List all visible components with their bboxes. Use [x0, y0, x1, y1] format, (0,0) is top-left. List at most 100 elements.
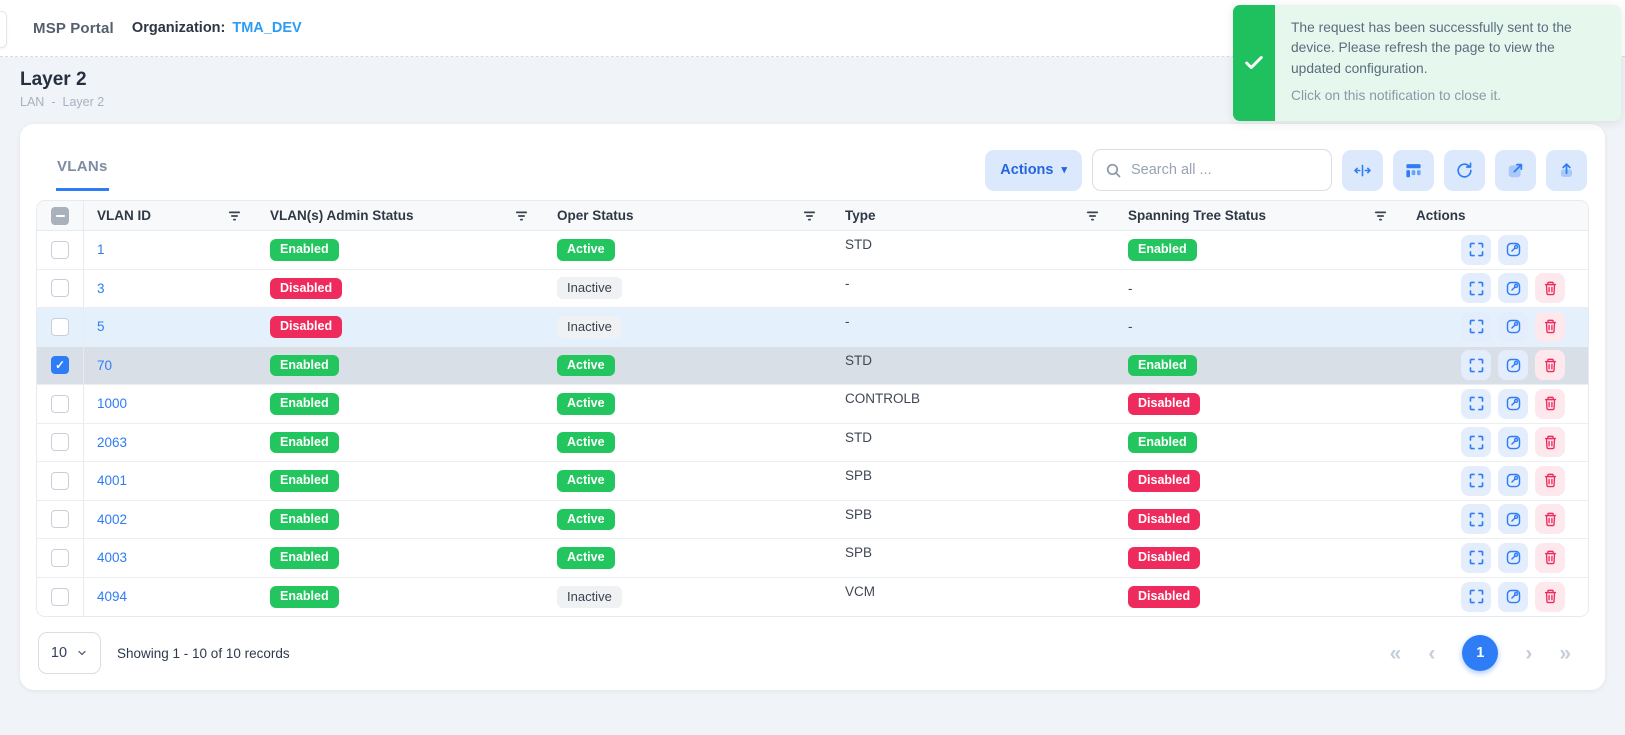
columns-icon[interactable] — [1393, 150, 1434, 191]
admin-status-badge: Enabled — [270, 547, 339, 569]
expand-row-icon[interactable] — [1461, 582, 1491, 612]
success-toast[interactable]: The request has been successfully sent t… — [1233, 5, 1621, 121]
table-row: 4002 Enabled Active SPB Disabled — [37, 501, 1588, 540]
delete-row-icon[interactable] — [1535, 350, 1565, 380]
page-size-select[interactable]: 10 — [38, 632, 101, 674]
actions-dropdown-button[interactable]: Actions ▾ — [985, 150, 1082, 191]
edit-row-icon[interactable] — [1498, 235, 1528, 265]
vlan-id-link[interactable]: 3 — [97, 281, 105, 296]
vlan-id-link[interactable]: 70 — [97, 358, 112, 373]
expand-row-icon[interactable] — [1461, 350, 1491, 380]
edit-row-icon[interactable] — [1498, 273, 1528, 303]
pagination-next-button[interactable]: › — [1525, 643, 1532, 664]
tab-vlans[interactable]: VLANs — [56, 152, 109, 191]
row-checkbox[interactable] — [51, 433, 69, 451]
upload-icon[interactable] — [1546, 150, 1587, 191]
type-value: CONTROLB — [845, 391, 920, 406]
select-all-checkbox[interactable] — [51, 207, 69, 225]
type-value: SPB — [845, 507, 872, 522]
table-row: 1 Enabled Active STD Enabled — [37, 231, 1588, 270]
spanning-tree-status-badge: Enabled — [1128, 239, 1197, 261]
filter-icon[interactable] — [515, 210, 528, 222]
delete-row-icon[interactable] — [1535, 543, 1565, 573]
delete-row-icon[interactable] — [1535, 582, 1565, 612]
organization-label: Organization: — [132, 20, 225, 36]
spanning-tree-status-badge: Disabled — [1128, 586, 1200, 608]
admin-status-badge: Enabled — [270, 432, 339, 454]
delete-row-icon[interactable] — [1535, 466, 1565, 496]
pagination-first-button[interactable]: « — [1390, 643, 1402, 664]
edit-row-icon[interactable] — [1498, 466, 1528, 496]
row-checkbox[interactable] — [51, 356, 69, 374]
row-checkbox[interactable] — [51, 318, 69, 336]
spanning-tree-status-badge: Disabled — [1128, 470, 1200, 492]
filter-icon[interactable] — [228, 210, 241, 222]
delete-row-icon[interactable] — [1535, 273, 1565, 303]
vlan-id-link[interactable]: 4094 — [97, 589, 127, 604]
edit-row-icon[interactable] — [1498, 312, 1528, 342]
sidebar-edge-button[interactable] — [0, 11, 7, 48]
filter-icon[interactable] — [803, 210, 816, 222]
toast-hint: Click on this notification to close it. — [1291, 86, 1605, 106]
spanning-tree-status-badge: Disabled — [1128, 509, 1200, 531]
refresh-icon[interactable] — [1444, 150, 1485, 191]
delete-row-icon[interactable] — [1535, 504, 1565, 534]
oper-status-badge: Active — [557, 239, 615, 261]
vlan-id-link[interactable]: 5 — [97, 319, 105, 334]
breadcrumb-parent[interactable]: LAN — [20, 95, 44, 109]
admin-status-badge: Enabled — [270, 239, 339, 261]
column-header-vlan-id: VLAN ID — [97, 208, 151, 223]
expand-row-icon[interactable] — [1461, 466, 1491, 496]
vlans-table: VLAN ID VLAN(s) Admin Status Oper Status… — [36, 200, 1589, 617]
vlan-id-link[interactable]: 1 — [97, 242, 105, 257]
expand-row-icon[interactable] — [1461, 389, 1491, 419]
row-checkbox[interactable] — [51, 279, 69, 297]
search-input[interactable] — [1131, 162, 1319, 178]
chevron-down-icon — [76, 647, 88, 659]
delete-row-icon[interactable] — [1535, 389, 1565, 419]
row-checkbox[interactable] — [51, 510, 69, 528]
expand-row-icon[interactable] — [1461, 235, 1491, 265]
row-checkbox[interactable] — [51, 472, 69, 490]
admin-status-badge: Disabled — [270, 316, 342, 338]
row-checkbox[interactable] — [51, 241, 69, 259]
breadcrumb-current: Layer 2 — [63, 95, 105, 109]
filter-icon[interactable] — [1374, 210, 1387, 222]
open-external-icon[interactable] — [1495, 150, 1536, 191]
oper-status-badge: Active — [557, 509, 615, 531]
edit-row-icon[interactable] — [1498, 350, 1528, 380]
edit-row-icon[interactable] — [1498, 543, 1528, 573]
delete-row-icon[interactable] — [1535, 427, 1565, 457]
delete-row-icon[interactable] — [1535, 312, 1565, 342]
type-value: STD — [845, 237, 872, 252]
admin-status-badge: Enabled — [270, 509, 339, 531]
expand-row-icon[interactable] — [1461, 427, 1491, 457]
vlan-id-link[interactable]: 2063 — [97, 435, 127, 450]
organization-value-link[interactable]: TMA_DEV — [232, 20, 301, 36]
pagination-last-button[interactable]: » — [1559, 643, 1571, 664]
expand-row-icon[interactable] — [1461, 543, 1491, 573]
records-summary: Showing 1 - 10 of 10 records — [117, 646, 290, 661]
column-header-spanning-tree: Spanning Tree Status — [1128, 208, 1266, 223]
edit-row-icon[interactable] — [1498, 427, 1528, 457]
expand-row-icon[interactable] — [1461, 504, 1491, 534]
edit-row-icon[interactable] — [1498, 582, 1528, 612]
vlan-id-link[interactable]: 4003 — [97, 550, 127, 565]
type-value: - — [845, 314, 850, 329]
edit-row-icon[interactable] — [1498, 504, 1528, 534]
expand-row-icon[interactable] — [1461, 312, 1491, 342]
row-checkbox[interactable] — [51, 588, 69, 606]
vlan-id-link[interactable]: 1000 — [97, 396, 127, 411]
pagination-current-page[interactable]: 1 — [1462, 635, 1498, 671]
table-row: 4001 Enabled Active SPB Disabled — [37, 462, 1588, 501]
vlan-id-link[interactable]: 4002 — [97, 512, 127, 527]
organization-selector: Organization: TMA_DEV — [132, 20, 302, 36]
vlan-id-link[interactable]: 4001 — [97, 473, 127, 488]
filter-icon[interactable] — [1086, 210, 1099, 222]
row-checkbox[interactable] — [51, 549, 69, 567]
expand-horizontal-icon[interactable] — [1342, 150, 1383, 191]
row-checkbox[interactable] — [51, 395, 69, 413]
pagination-prev-button[interactable]: ‹ — [1428, 643, 1435, 664]
expand-row-icon[interactable] — [1461, 273, 1491, 303]
edit-row-icon[interactable] — [1498, 389, 1528, 419]
